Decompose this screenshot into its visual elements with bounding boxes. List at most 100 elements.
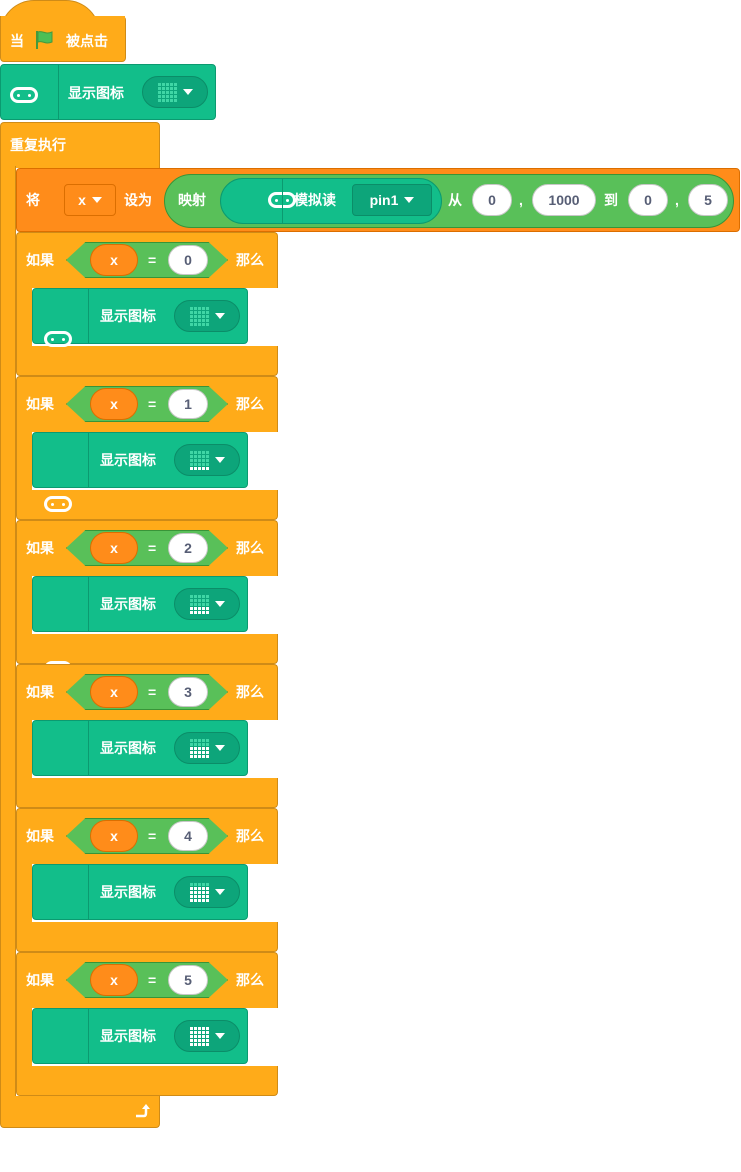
icon-dropdown[interactable] [174, 300, 240, 332]
led-cell [189, 450, 193, 454]
led-cell [201, 754, 205, 758]
led-cell [157, 90, 161, 94]
led-cell [197, 310, 201, 314]
led-cell [173, 90, 177, 94]
led-cell [201, 594, 205, 598]
led-cell [205, 882, 209, 886]
led-cell [201, 462, 205, 466]
if-label: 如果 [26, 252, 54, 268]
if-arm [16, 430, 32, 490]
led-cell [193, 466, 197, 470]
variable-reporter[interactable]: x [90, 388, 138, 420]
led-cell [205, 1042, 209, 1046]
led-cell [193, 306, 197, 310]
then-label: 那么 [236, 540, 264, 556]
show-icon-label: 显示图标 [100, 740, 156, 756]
led-cell [197, 886, 201, 890]
to-low-input[interactable]: 0 [628, 184, 668, 216]
led-cell [173, 86, 177, 90]
led-cell [189, 458, 193, 462]
icon-dropdown[interactable] [174, 876, 240, 908]
led-grid-icon [189, 1026, 209, 1046]
if-footer [16, 1066, 278, 1096]
variable-dropdown[interactable]: x [64, 184, 116, 216]
led-cell [193, 746, 197, 750]
show-icon-label: 显示图标 [100, 452, 156, 468]
led-cell [189, 750, 193, 754]
led-cell [201, 314, 205, 318]
led-cell [205, 750, 209, 754]
led-cell [193, 1034, 197, 1038]
led-cell [193, 1042, 197, 1046]
led-cell [201, 454, 205, 458]
led-cell [189, 602, 193, 606]
compare-value-input[interactable]: 5 [168, 965, 208, 995]
led-cell [189, 1030, 193, 1034]
led-cell [201, 466, 205, 470]
analog-read-label: 模拟读 [294, 192, 336, 208]
icon-dropdown[interactable] [142, 76, 208, 108]
led-cell [197, 314, 201, 318]
led-cell [201, 742, 205, 746]
led-cell [189, 454, 193, 458]
show-icon-divider [88, 576, 89, 632]
led-cell [165, 90, 169, 94]
led-cell [201, 882, 205, 886]
led-cell [189, 754, 193, 758]
green-flag-icon [34, 29, 56, 56]
compare-value-input[interactable]: 3 [168, 677, 208, 707]
led-cell [189, 1026, 193, 1030]
led-cell [161, 94, 165, 98]
variable-reporter[interactable]: x [90, 676, 138, 708]
led-cell [197, 746, 201, 750]
from-low-input[interactable]: 0 [472, 184, 512, 216]
icon-dropdown[interactable] [174, 1020, 240, 1052]
variable-reporter[interactable]: x [90, 964, 138, 996]
icon-dropdown[interactable] [174, 732, 240, 764]
icon-dropdown[interactable] [174, 444, 240, 476]
pin-dropdown[interactable]: pin1 [352, 184, 432, 216]
led-cell [197, 450, 201, 454]
led-cell [197, 1042, 201, 1046]
equals-operator: = [148, 540, 157, 556]
led-cell [193, 606, 197, 610]
if-footer [16, 778, 278, 808]
led-cell [205, 466, 209, 470]
led-cell [189, 322, 193, 326]
hat-clicked-label: 被点击 [66, 33, 108, 49]
led-cell [189, 1038, 193, 1042]
hat-when-label: 当 [10, 33, 24, 49]
show-icon-label: 显示图标 [100, 884, 156, 900]
variable-dropdown-label: x [78, 192, 86, 208]
variable-reporter[interactable]: x [90, 244, 138, 276]
led-cell [193, 462, 197, 466]
show-icon-divider [88, 432, 89, 488]
compare-value-input[interactable]: 1 [168, 389, 208, 419]
compare-value-input[interactable]: 2 [168, 533, 208, 563]
led-cell [197, 306, 201, 310]
led-cell [197, 594, 201, 598]
icon-dropdown[interactable] [174, 588, 240, 620]
led-cell [201, 610, 205, 614]
led-cell [201, 306, 205, 310]
compare-value-input[interactable]: 0 [168, 245, 208, 275]
compare-value-input[interactable]: 4 [168, 821, 208, 851]
variable-reporter[interactable]: x [90, 532, 138, 564]
then-label: 那么 [236, 684, 264, 700]
led-cell [193, 602, 197, 606]
led-cell [205, 898, 209, 902]
equals-operator: = [148, 684, 157, 700]
chevron-down-icon [214, 889, 225, 895]
from-high-input[interactable]: 1000 [532, 184, 596, 216]
to-high-input[interactable]: 5 [688, 184, 728, 216]
led-cell [189, 898, 193, 902]
microbit-icon [10, 87, 38, 103]
led-cell [205, 594, 209, 598]
led-cell [157, 86, 161, 90]
variable-reporter[interactable]: x [90, 820, 138, 852]
led-cell [161, 90, 165, 94]
led-cell [197, 738, 201, 742]
led-cell [189, 466, 193, 470]
led-cell [197, 322, 201, 326]
forever-label: 重复执行 [10, 137, 66, 153]
